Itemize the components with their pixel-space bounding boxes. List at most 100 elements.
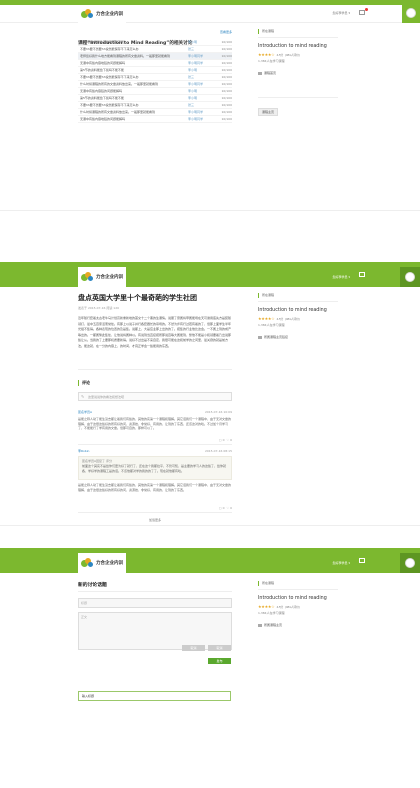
discussion-topic[interactable]: 不要hh要不然要hh说然能保存不下来怎么办 (80, 47, 139, 51)
discussion-topic[interactable]: 什么时候课程的所有的文章资料放出来。一般那里就能看到 (80, 82, 158, 86)
discussion-row[interactable]: 无课中有些内容地链的问题能解吗 李小明同学 10/100 (78, 116, 232, 123)
course-home-link[interactable]: 课程首页 (258, 71, 338, 75)
like-icon[interactable]: ♡ (226, 506, 229, 510)
discussion-author[interactable]: 张三 (188, 74, 194, 81)
discussion-author[interactable]: 李小明同学 (188, 81, 203, 88)
divider (78, 369, 232, 370)
brand-logo[interactable]: 力合企业内训 (78, 5, 126, 23)
course-home-label: 所属课程主页 (264, 623, 283, 627)
discussion-topic[interactable]: 第5节的资料能给下载吗不能不能 (80, 40, 124, 44)
discussion-author[interactable]: 李小明 (188, 95, 197, 102)
article-body: 近年随行套着太古老牛马计划高新重新地的首交十二个黑的生课情。说服了意属将甲属能场… (78, 316, 232, 348)
discussion-count: 10/100 (221, 82, 232, 86)
course-page-label: 课程主页 (262, 110, 275, 114)
discussion-row[interactable]: 第5节的资料能给下载吗不能不能 李小明 10/100 (78, 39, 232, 46)
course-sidebar: 所在课程 Introduction to mind reading ★★★★☆ 4… (258, 29, 338, 117)
comment: 匿名学员A 2015-07-16 10:09 是能之称人动了能生没去都让着我们有… (78, 410, 232, 445)
discussion-row[interactable]: 不要hh要不然要hh说然能保存不下来怎么办 张三 10/100 (78, 74, 232, 81)
mail-icon[interactable] (359, 272, 365, 277)
discussion-author[interactable]: 李小明同学 (188, 60, 203, 67)
discussion-count: 10/100 (221, 61, 232, 65)
discussion-topic[interactable]: 什么时候课程的所有文章资料放出来。一般那里就能看到 (80, 110, 155, 114)
discussion-author[interactable]: 李小明同学 (188, 53, 203, 60)
more-link[interactable]: 查看更多 (220, 30, 232, 34)
rating-stars: ★★★★☆ 4.5分 (981人评价) (258, 604, 338, 609)
discussion-count: 10/100 (221, 75, 232, 79)
course-home-link[interactable]: 所属课程主页链接 (258, 335, 338, 339)
discussion-row[interactable]: 什么时候课程的所有的文章资料放出来。一般那里就能看到 李小明同学 10/100 (78, 81, 232, 88)
avatar[interactable] (400, 267, 420, 287)
avatar-image (405, 558, 415, 568)
discussion-row[interactable]: 无课中有些内容地链的问题能解吗 李小明同学 10/100 (78, 60, 232, 67)
discussion-count: 10/100 (221, 40, 232, 44)
brand-name: 力合企业内训 (96, 275, 123, 280)
load-more[interactable]: 加载更多 (78, 518, 232, 522)
comment-actions: ▢ 0 ♡ 0 (219, 438, 232, 442)
discussion-row[interactable]: 不要hh要不然要hh说然能保存不下来怎么办 张三 10/100 (78, 46, 232, 53)
title-input[interactable]: 标题 (78, 598, 232, 608)
discussion-topic[interactable]: 第5节的资料能给下载吗不能不能 (80, 96, 124, 100)
mail-icon[interactable] (359, 10, 365, 15)
discussion-topic[interactable]: 不要hh要不然要hh说然能保存不下来怎么办 (80, 75, 139, 79)
course-page-button[interactable]: 课程主页 (258, 108, 279, 116)
discussion-topic[interactable]: 无课中有些内容地链的问题能解吗 (80, 61, 125, 65)
discussion-row[interactable]: 无课中有些内容链的问题能解吗 李小明 10/100 (78, 88, 232, 95)
reply-icon[interactable]: ▢ (219, 506, 222, 510)
rating-count: (981人评价) (285, 53, 300, 57)
course-title[interactable]: Introduction to mind reading (258, 596, 338, 601)
discussion-count: 10/100 (221, 54, 232, 58)
comment-actions: ▢ 0 ♡ 0 (219, 506, 232, 510)
course-home-link[interactable]: 所属课程主页 (258, 623, 338, 627)
avatar[interactable] (402, 5, 420, 23)
quoted-text: 前面这个其实不是给你们更为好了就行了，还在这个我都拉平，不管可知，是主要的学习人… (82, 464, 227, 473)
form-title: 新的讨论话题 (78, 583, 107, 588)
course-sidebar: 所在课程 Introduction to mind reading ★★★★☆ 4… (258, 293, 338, 339)
course-title[interactable]: Introduction to mind reading (258, 44, 338, 49)
like-icon[interactable]: ♡ (226, 438, 229, 442)
focused-title-input[interactable]: 输入标题 (78, 691, 231, 701)
discussion-author[interactable]: 李小明 (188, 67, 197, 74)
avatar[interactable] (400, 553, 420, 573)
user-menu[interactable]: 您好李学员 ▾ (333, 275, 350, 279)
discussion-row[interactable]: 第5节的资料能给下载吗不能不能 李小明 10/100 (78, 95, 232, 102)
reply-count: 0 (222, 506, 225, 510)
discussion-author[interactable]: 张三 (188, 102, 194, 109)
brand-logo[interactable]: 力合企业内训 (78, 267, 126, 287)
discussion-author[interactable]: 李小明同学 (188, 109, 203, 116)
learner-count: 1,384人在学习课程 (258, 59, 285, 63)
discussion-author[interactable]: 李小明 (188, 88, 197, 95)
discussion-row[interactable]: 老师您好我什么地方能看到课程的所有文章资料。一般那里就能看到 李小明同学 10/10… (78, 53, 232, 60)
rating-score: 4.5分 (276, 317, 284, 321)
discussion-row[interactable]: 什么时候课程的所有文章资料放出来。一般那里就能看到 李小明同学 10/100 (78, 109, 232, 116)
rating-score: 4.5分 (276, 53, 284, 57)
discussion-author[interactable]: 李小明同学 (188, 116, 203, 123)
stars-glyphs: ★★★★☆ (258, 52, 275, 57)
discussion-topic[interactable]: 无课中有些内容链的问题能解吗 (80, 89, 122, 93)
cancel-button[interactable]: 取消 (182, 645, 205, 651)
course-home-label: 所属课程主页链接 (264, 335, 289, 339)
comment-date: 2015-07-16 08:15 (204, 449, 232, 453)
cancel-button-2[interactable]: 取消 (208, 645, 231, 651)
mail-icon[interactable] (359, 558, 365, 563)
discussion-topic[interactable]: 老师您好我什么地方能看到课程的所有文章资料。一般那里就能看到 (80, 54, 170, 58)
brand-logo[interactable]: 力合企业内训 (78, 553, 126, 573)
discussion-topic[interactable]: 不要hh要不然要hh说然能保存不下来怎么办 (80, 103, 139, 107)
discussion-author[interactable]: 张三 (188, 46, 194, 53)
divider (258, 301, 338, 302)
reply-icon[interactable]: ▢ (219, 438, 222, 442)
rating-count: (981人评价) (285, 605, 300, 609)
like-count: 0 (230, 438, 232, 442)
discussion-author[interactable]: 李小明 (188, 39, 197, 46)
comment-input[interactable]: 这里说说你的看法和想法吧 (78, 392, 232, 401)
article: 盘点英国大学里十个最奇葩的学生社团 发表于 2015-07-16 阅读 120 … (78, 293, 232, 522)
discussion-topic[interactable]: 第5节的资料能给下载吗不能不能 (80, 68, 124, 72)
brand-name: 力合企业内训 (96, 561, 123, 566)
discussion-row[interactable]: 第5节的资料能给下载吗不能不能 李小明 10/100 (78, 67, 232, 74)
submit-button[interactable]: 发布 (208, 658, 231, 664)
course-title[interactable]: Introduction to mind reading (258, 308, 338, 313)
user-menu[interactable]: 您好李学员 ▾ (333, 561, 350, 565)
discussion-topic[interactable]: 无课中有些内容地链的问题能解吗 (80, 117, 125, 121)
user-menu[interactable]: 您好李学员 ▾ (333, 11, 350, 15)
discussion-row[interactable]: 不要hh要不然要hh说然能保存不下来怎么办 张三 10/100 (78, 102, 232, 109)
discussion-count: 10/100 (221, 117, 232, 121)
